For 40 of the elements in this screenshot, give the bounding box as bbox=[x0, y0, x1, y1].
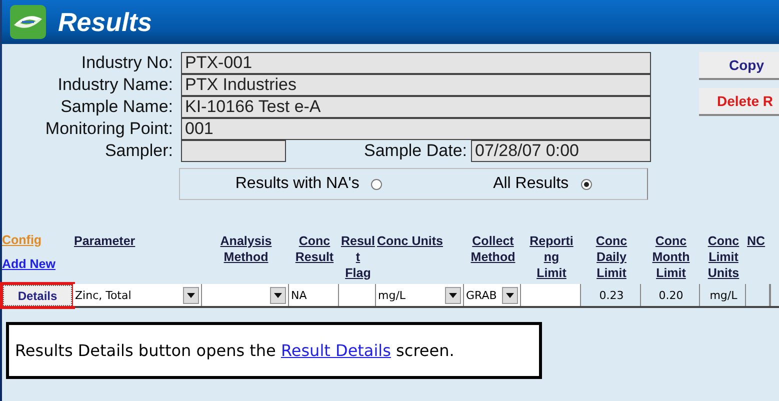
window-title: Results bbox=[58, 6, 152, 38]
text-field[interactable]: PTX Industries bbox=[181, 74, 651, 96]
action-button[interactable]: Copy bbox=[699, 52, 779, 80]
details-button[interactable]: Details bbox=[3, 285, 72, 306]
dropdown-field[interactable]: mg/L bbox=[376, 284, 464, 306]
logo-icon bbox=[10, 5, 46, 39]
column-header[interactable]: Conc Limit Units bbox=[700, 233, 746, 281]
column-header[interactable]: NC bbox=[746, 233, 770, 249]
input-field[interactable] bbox=[521, 284, 581, 306]
text-field[interactable] bbox=[181, 140, 286, 162]
column-header[interactable]: Parameter bbox=[73, 233, 202, 249]
action-button[interactable]: Delete R bbox=[699, 88, 779, 116]
column-header[interactable]: Conc Units bbox=[376, 233, 464, 249]
result-details-link[interactable]: Result Details bbox=[280, 341, 391, 360]
text-field[interactable]: 07/28/07 0:00 bbox=[471, 140, 651, 162]
column-header[interactable]: Resul t Flag bbox=[339, 233, 376, 281]
field-label: Sample Date: bbox=[364, 140, 467, 162]
column-header[interactable]: Collect Method bbox=[464, 233, 521, 265]
field-label: Sampler: bbox=[104, 140, 173, 162]
column-header[interactable]: Conc Daily Limit bbox=[581, 233, 641, 281]
text-field[interactable]: KI-10166 Test e-A bbox=[181, 96, 651, 118]
radio-option[interactable]: All Results bbox=[493, 175, 592, 193]
dropdown-field[interactable] bbox=[202, 284, 289, 306]
input-field[interactable]: NA bbox=[289, 284, 339, 306]
callout-text: Results Details button opens the Result Details screen. bbox=[15, 341, 454, 360]
field-label: Sample Name: bbox=[60, 96, 173, 118]
field-label: Monitoring Point: bbox=[44, 118, 173, 140]
dropdown-field[interactable]: Zinc, Total bbox=[73, 284, 202, 306]
column-header[interactable]: Analysis Method bbox=[202, 233, 289, 265]
column-header[interactable]: Reporti ng Limit bbox=[521, 233, 581, 281]
column-header[interactable]: Conc Month Limit bbox=[641, 233, 700, 281]
column-header[interactable]: Conc Result bbox=[289, 233, 339, 265]
field-label: Industry No: bbox=[80, 52, 173, 74]
text-field[interactable]: PTX-001 bbox=[181, 52, 651, 74]
input-field[interactable] bbox=[339, 284, 376, 306]
field-label: Industry Name: bbox=[56, 74, 173, 96]
text-field[interactable]: 001 bbox=[181, 118, 651, 140]
add-new-link[interactable]: Add New bbox=[2, 257, 73, 271]
radio-option[interactable]: Results with NA's bbox=[235, 175, 382, 193]
dropdown-field[interactable]: GRAB bbox=[464, 284, 521, 306]
